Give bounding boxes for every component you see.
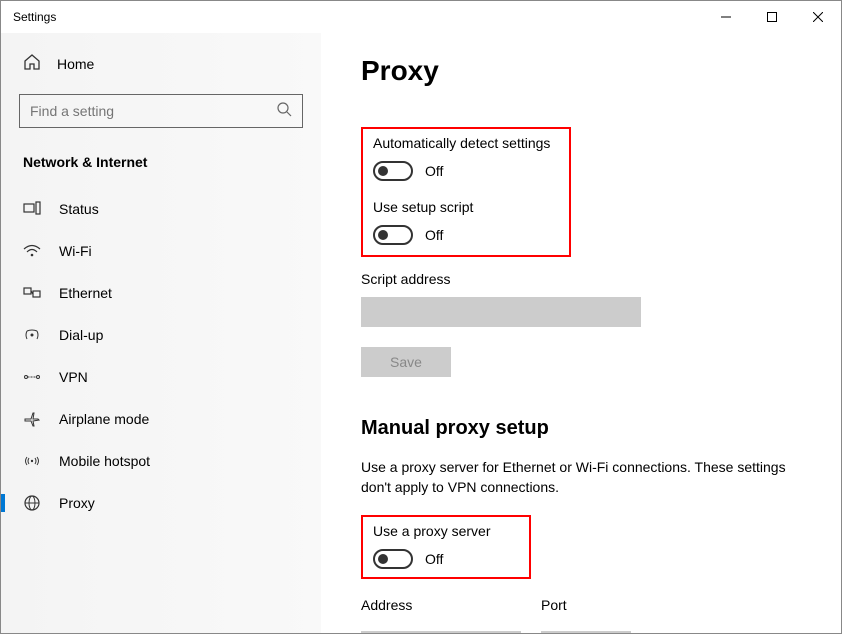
sidebar-item-airplane[interactable]: Airplane mode [1, 398, 321, 440]
auto-detect-toggle[interactable] [373, 161, 413, 181]
use-proxy-label: Use a proxy server [373, 523, 519, 539]
search-box[interactable] [19, 94, 303, 128]
category-heading: Network & Internet [19, 150, 303, 188]
setup-script-state: Off [425, 227, 443, 243]
setup-script-label: Use setup script [373, 199, 559, 215]
address-input[interactable] [361, 631, 521, 633]
sidebar-item-dialup[interactable]: Dial-up [1, 314, 321, 356]
auto-detect-state: Off [425, 163, 443, 179]
sidebar-item-status[interactable]: Status [1, 188, 321, 230]
window-title: Settings [1, 10, 56, 24]
home-icon [23, 53, 41, 74]
sidebar: Home Network & Internet Status Wi-Fi [1, 33, 321, 633]
sidebar-item-label: VPN [59, 369, 88, 385]
sidebar-item-label: Airplane mode [59, 411, 149, 427]
port-label: Port [541, 597, 631, 613]
search-input[interactable] [30, 103, 276, 119]
ethernet-icon [23, 284, 41, 302]
script-address-label: Script address [361, 271, 801, 287]
minimize-button[interactable] [703, 1, 749, 33]
proxy-icon [23, 494, 41, 512]
sidebar-item-label: Proxy [59, 495, 95, 511]
window-controls [703, 1, 841, 33]
airplane-icon [23, 410, 41, 428]
page-title: Proxy [361, 55, 801, 87]
nav-list: Status Wi-Fi Ethernet Dial-up [1, 188, 321, 524]
maximize-button[interactable] [749, 1, 795, 33]
save-button[interactable]: Save [361, 347, 451, 377]
use-proxy-state: Off [425, 551, 443, 567]
sidebar-item-vpn[interactable]: VPN [1, 356, 321, 398]
hotspot-icon [23, 452, 41, 470]
manual-setup-heading: Manual proxy setup [361, 417, 801, 440]
setup-script-toggle[interactable] [373, 225, 413, 245]
sidebar-item-label: Wi-Fi [59, 243, 92, 259]
manual-setup-desc: Use a proxy server for Ethernet or Wi-Fi… [361, 458, 791, 497]
close-button[interactable] [795, 1, 841, 33]
use-proxy-toggle[interactable] [373, 549, 413, 569]
sidebar-item-ethernet[interactable]: Ethernet [1, 272, 321, 314]
dialup-icon [23, 326, 41, 344]
titlebar: Settings [1, 1, 841, 33]
home-label: Home [57, 56, 94, 72]
sidebar-item-proxy[interactable]: Proxy [1, 482, 321, 524]
port-input[interactable] [541, 631, 631, 633]
address-label: Address [361, 597, 521, 613]
sidebar-item-label: Ethernet [59, 285, 112, 301]
highlight-manual-proxy: Use a proxy server Off [361, 515, 531, 579]
sidebar-item-wifi[interactable]: Wi-Fi [1, 230, 321, 272]
wifi-icon [23, 242, 41, 260]
auto-detect-label: Automatically detect settings [373, 135, 559, 151]
search-icon [276, 101, 292, 122]
sidebar-item-label: Status [59, 201, 99, 217]
sidebar-item-hotspot[interactable]: Mobile hotspot [1, 440, 321, 482]
script-address-input[interactable] [361, 297, 641, 327]
highlight-auto-setup: Automatically detect settings Off Use se… [361, 127, 571, 257]
content-area: Proxy Automatically detect settings Off … [321, 33, 841, 633]
vpn-icon [23, 368, 41, 386]
home-button[interactable]: Home [19, 45, 303, 82]
sidebar-item-label: Dial-up [59, 327, 103, 343]
sidebar-item-label: Mobile hotspot [59, 453, 150, 469]
status-icon [23, 200, 41, 218]
